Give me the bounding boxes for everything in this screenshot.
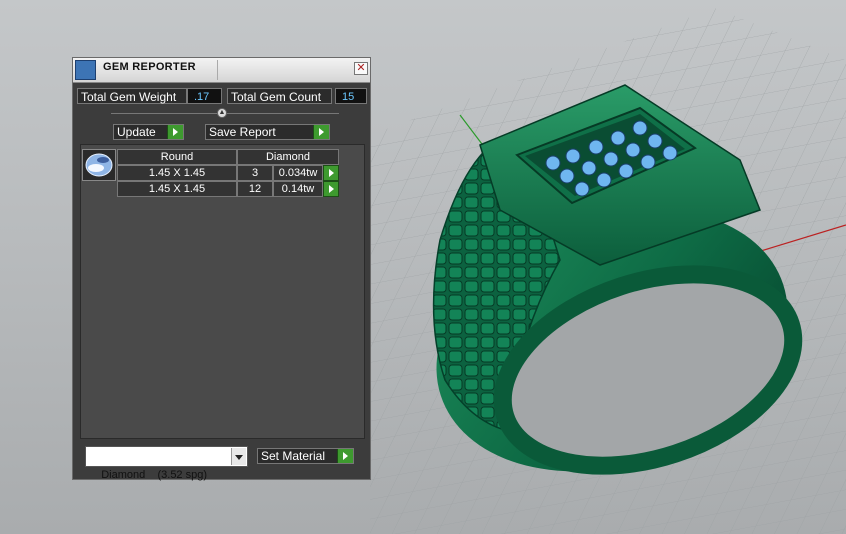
row-2-select-icon[interactable] bbox=[323, 181, 339, 197]
total-gem-weight-value: .17 bbox=[187, 88, 222, 104]
update-button-label: Update bbox=[117, 125, 156, 139]
table-header-material: Diamond bbox=[237, 149, 339, 165]
gem-reporter-icon bbox=[75, 60, 96, 80]
green-arrow-icon bbox=[337, 449, 353, 463]
set-material-button-label: Set Material bbox=[261, 449, 326, 463]
row-1-size[interactable]: 1.45 X 1.45 bbox=[117, 165, 237, 181]
round-gem-icon[interactable] bbox=[82, 149, 116, 181]
chevron-down-icon bbox=[231, 448, 246, 465]
row-2-size[interactable]: 1.45 X 1.45 bbox=[117, 181, 237, 197]
close-icon[interactable]: ✕ bbox=[354, 62, 368, 75]
set-material-button[interactable]: Set Material bbox=[257, 448, 354, 464]
row-1-select-icon[interactable] bbox=[323, 165, 339, 181]
total-gem-count-label: Total Gem Count bbox=[227, 88, 332, 104]
material-dropdown[interactable]: Diamond (3.52 spg) bbox=[85, 446, 248, 481]
green-arrow-icon bbox=[167, 125, 183, 139]
row-1-weight[interactable]: 0.034tw bbox=[273, 165, 323, 181]
gem-reporter-panel: GEM REPORTER ✕ Total Gem Weight .17 Tota… bbox=[72, 57, 371, 481]
save-report-button-label: Save Report bbox=[209, 125, 276, 139]
titlebar-divider bbox=[217, 60, 218, 80]
update-button[interactable]: Update bbox=[113, 124, 184, 140]
row-2-weight[interactable]: 0.14tw bbox=[273, 181, 323, 197]
save-report-button[interactable]: Save Report bbox=[205, 124, 330, 140]
total-gem-count-value: 15 bbox=[335, 88, 367, 104]
green-arrow-icon bbox=[313, 125, 329, 139]
total-gem-weight-label: Total Gem Weight bbox=[77, 88, 187, 104]
row-2-count[interactable]: 12 bbox=[237, 181, 273, 197]
material-selected-value: Diamond (3.52 spg) bbox=[101, 469, 208, 481]
panel-titlebar[interactable]: GEM REPORTER ✕ bbox=[73, 58, 370, 83]
panel-title: GEM REPORTER bbox=[103, 61, 196, 73]
table-header-shape: Round bbox=[117, 149, 237, 165]
collapse-arrow-icon[interactable]: ▲ bbox=[217, 108, 227, 118]
row-1-count[interactable]: 3 bbox=[237, 165, 273, 181]
